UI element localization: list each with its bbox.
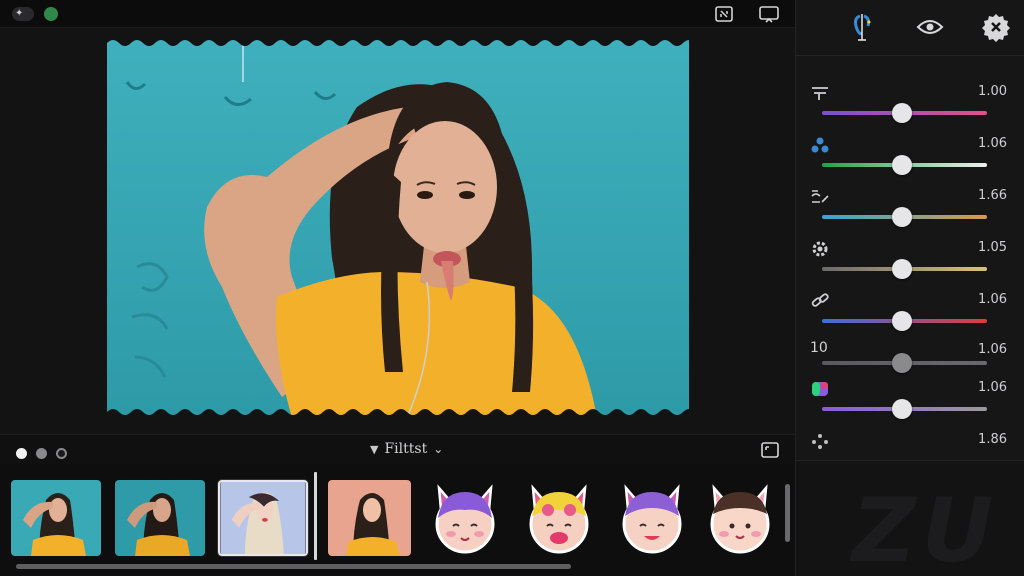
- slider-knob[interactable]: [892, 155, 912, 175]
- editor-workspace: ✦ ▼ Filttst ⌄: [0, 0, 795, 576]
- top-toolbar: ✦: [0, 0, 795, 28]
- adjustment-value: 1.66: [978, 188, 1007, 203]
- page-dot-2[interactable]: [36, 448, 48, 459]
- photo-canvas: [0, 28, 795, 434]
- tone-curve-icon: [810, 188, 832, 206]
- filter-thumbnail[interactable]: [328, 480, 411, 556]
- eye-icon: [916, 20, 944, 34]
- adjustment-row-lines: 1.00: [796, 82, 1024, 134]
- crop-icon: [715, 6, 733, 22]
- thumbnail-image: [328, 480, 411, 556]
- adjustment-value: 1.86: [978, 432, 1007, 447]
- slider-knob[interactable]: [892, 311, 912, 331]
- gear-icon: [810, 240, 832, 258]
- fullscreen-button[interactable]: [760, 441, 780, 459]
- adjustment-row-gear: 1.05: [796, 238, 1024, 290]
- slider-knob[interactable]: [892, 259, 912, 279]
- people-icon: [810, 136, 832, 154]
- portrait-image: [107, 37, 689, 418]
- magic-wand-icon: [854, 14, 871, 41]
- cast-icon: [759, 6, 779, 23]
- cat-face-sticker-brown[interactable]: [706, 482, 774, 554]
- panel-footer: ZU: [796, 460, 1024, 576]
- thumbnail-image: [220, 482, 306, 554]
- brand-watermark: ZU: [852, 479, 1000, 576]
- slider-knob[interactable]: [892, 103, 912, 123]
- adjustments-panel: 1.00 1.06 1.66 1.05 1.06 10 1.06 1.06 1.…: [795, 0, 1024, 576]
- panel-header: [796, 0, 1024, 56]
- filter-thumbnail[interactable]: [115, 480, 205, 556]
- flash-toggle[interactable]: ✦: [12, 7, 34, 21]
- slider-knob[interactable]: [892, 207, 912, 227]
- status-indicator: [44, 7, 58, 21]
- filter-thumbnail-strip: [0, 464, 795, 576]
- strip-horizontal-scrollbar[interactable]: [16, 564, 571, 569]
- settings-gear-icon: [982, 14, 1010, 42]
- page-dots: [16, 444, 71, 463]
- adjustment-value: 1.06: [978, 342, 1007, 357]
- thumbnail-image: [115, 480, 205, 556]
- triangle-down-icon: ▼: [370, 442, 379, 456]
- filter-dropdown[interactable]: ▼ Filttst ⌄: [370, 441, 443, 457]
- adjustment-row-tone: 1.66: [796, 186, 1024, 238]
- cast-button[interactable]: [757, 4, 781, 24]
- cat-face-sticker-yellow[interactable]: [525, 482, 593, 554]
- adjustment-value: 1.06: [978, 292, 1007, 307]
- adjustment-label: 10: [810, 340, 828, 356]
- chevron-down-icon: ⌄: [433, 442, 444, 456]
- filter-dropdown-label: Filttst: [384, 441, 428, 457]
- adjustment-value: 1.05: [978, 240, 1007, 255]
- adjustment-value: 1.06: [978, 380, 1007, 395]
- strip-vertical-scrollbar[interactable]: [785, 484, 790, 542]
- cat-face-sticker-purple[interactable]: [431, 482, 499, 554]
- adjustment-value: 1.00: [978, 84, 1007, 99]
- flash-icon: ✦: [15, 8, 24, 19]
- page-dot-3[interactable]: [56, 448, 68, 459]
- thumbnail-image: [11, 480, 101, 556]
- filter-bar: ▼ Filttst ⌄: [0, 434, 795, 464]
- lines-icon: [810, 84, 832, 102]
- filter-thumbnail-selected[interactable]: [218, 480, 308, 556]
- settings-button[interactable]: [979, 10, 1013, 44]
- adjustment-value: 1.06: [978, 136, 1007, 151]
- magic-wand-button[interactable]: [845, 10, 879, 44]
- fullscreen-icon: [761, 442, 779, 458]
- crop-button[interactable]: [712, 4, 736, 24]
- cat-face-sticker-violet[interactable]: [618, 482, 686, 554]
- color-palette-icon: [810, 380, 832, 398]
- link-icon: [810, 292, 832, 310]
- preview-eye-button[interactable]: [913, 10, 947, 44]
- sparkle-move-icon: [810, 432, 832, 450]
- strip-divider: [314, 472, 317, 560]
- slider-knob[interactable]: [892, 399, 912, 419]
- filter-thumbnail[interactable]: [11, 480, 101, 556]
- adjustment-row-people: 1.06: [796, 134, 1024, 186]
- adjustment-row-link: 1.06: [796, 290, 1024, 342]
- adjustment-row-color: 1.06: [796, 378, 1024, 430]
- edited-photo[interactable]: [107, 37, 689, 418]
- page-dot-1[interactable]: [16, 448, 27, 459]
- slider-knob[interactable]: [892, 353, 912, 373]
